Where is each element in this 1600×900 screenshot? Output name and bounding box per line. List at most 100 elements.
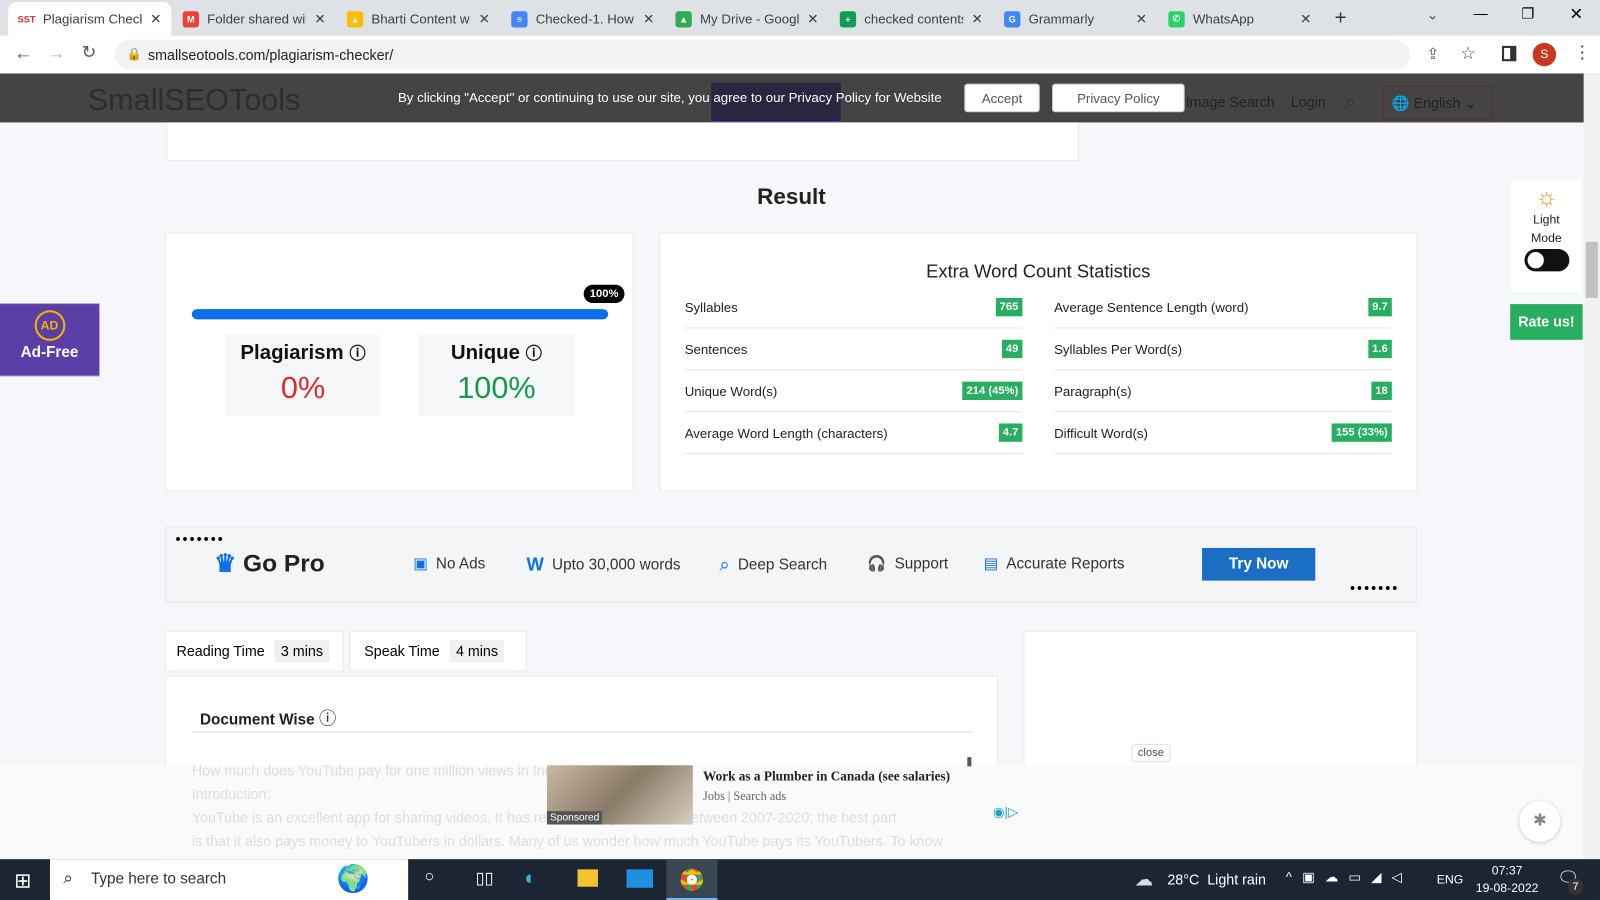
- info-icon[interactable]: ⓘ: [526, 346, 542, 363]
- browser-tab[interactable]: SST Plagiarism Checker ✕: [8, 2, 172, 36]
- browser-tab[interactable]: ▲ My Drive - Google ✕: [665, 2, 828, 36]
- menu-icon[interactable]: ⋮: [1573, 43, 1590, 63]
- close-tab-icon[interactable]: ✕: [643, 11, 654, 27]
- info-icon[interactable]: ⓘ: [349, 346, 365, 363]
- search-icon: ⌕: [63, 868, 73, 888]
- feature-label: Accurate Reports: [1006, 554, 1125, 572]
- ad-title[interactable]: Work as a Plumber in Canada (see salarie…: [703, 768, 950, 784]
- close-window-button[interactable]: ✕: [1569, 4, 1583, 24]
- light-mode-label: Light: [1533, 212, 1560, 227]
- scrollbar[interactable]: [1583, 73, 1600, 860]
- plagiarism-value: 0%: [280, 371, 326, 406]
- close-tab-icon[interactable]: ✕: [150, 11, 161, 27]
- close-tab-icon[interactable]: ✕: [479, 11, 490, 27]
- unique-value: 100%: [457, 371, 536, 406]
- browser-tab[interactable]: + checked contents ✕: [830, 2, 993, 36]
- new-tab-button[interactable]: +: [1335, 7, 1347, 30]
- cortana-icon[interactable]: ○: [424, 868, 434, 886]
- unique-box: Unique ⓘ 100%: [418, 334, 575, 417]
- task-view-icon[interactable]: ▯▯: [476, 868, 494, 888]
- info-icon[interactable]: ⓘ: [319, 709, 336, 728]
- browser-tab[interactable]: M Folder shared with ✕: [172, 2, 335, 36]
- tab-title: WhatsApp: [1192, 11, 1255, 27]
- feature-reports: ▤ Accurate Reports: [983, 554, 1125, 573]
- sun-icon: ☼: [1535, 183, 1558, 212]
- dots-decoration: •••••••: [175, 530, 225, 547]
- side-panel-icon[interactable]: [1502, 45, 1517, 62]
- url-text: smallseotools.com/plagiarism-checker/: [147, 46, 394, 64]
- stat-row: Sentences 49: [684, 329, 1023, 371]
- bookmark-star-icon[interactable]: ☆: [1460, 44, 1476, 64]
- close-tab-icon[interactable]: ✕: [1136, 11, 1147, 27]
- share-icon[interactable]: ⇪: [1427, 45, 1440, 63]
- restore-button[interactable]: ❐: [1521, 5, 1534, 22]
- clock[interactable]: 07:37 19-08-2022: [1473, 862, 1540, 897]
- close-tab-icon[interactable]: ✕: [1300, 11, 1311, 27]
- chrome-taskbar-button[interactable]: [666, 859, 718, 900]
- report-icon: ▤: [983, 555, 999, 573]
- favicon-icon: +: [839, 10, 857, 28]
- stat-label: Paragraph(s): [1054, 383, 1132, 399]
- tab-search-icon[interactable]: ⌄: [1427, 6, 1439, 23]
- go-pro-title: ♛ Go Pro: [214, 549, 324, 579]
- feature-label: Deep Search: [737, 556, 828, 574]
- language-indicator[interactable]: ENG: [1437, 872, 1464, 886]
- stat-row: Difficult Word(s) 155 (33%): [1054, 412, 1392, 455]
- document-wise-title: Document Wise ⓘ: [200, 704, 336, 730]
- profile-avatar[interactable]: S: [1532, 42, 1557, 67]
- no-ads-icon: ▣: [413, 555, 428, 573]
- nav-image-search[interactable]: Image Search: [1186, 94, 1275, 110]
- light-mode-widget: ☼ Light Mode: [1511, 179, 1582, 292]
- ad-source: Jobs | Search ads: [703, 788, 787, 804]
- search-icon[interactable]: ⌕: [1345, 92, 1355, 113]
- url-input[interactable]: smallseotools.com/plagiarism-checker/: [114, 39, 1411, 70]
- file-explorer-icon[interactable]: [577, 869, 598, 887]
- try-now-button[interactable]: Try Now: [1202, 547, 1316, 581]
- globe-icon: 🌐: [1391, 94, 1410, 112]
- close-tab-icon[interactable]: ✕: [972, 11, 983, 27]
- accept-button[interactable]: Accept: [964, 83, 1040, 113]
- language-select[interactable]: 🌐 English ⌄: [1382, 85, 1493, 121]
- minimize-button[interactable]: —: [1473, 5, 1487, 21]
- stat-value-badge: 49: [1001, 339, 1023, 359]
- speak-time-value: 4 mins: [449, 639, 505, 663]
- bug-report-icon[interactable]: ✱: [1519, 801, 1561, 842]
- rate-us-button[interactable]: Rate us!: [1510, 304, 1583, 340]
- windows-start-icon[interactable]: ⊞: [14, 868, 31, 894]
- light-mode-toggle[interactable]: [1523, 248, 1569, 272]
- light-mode-label-2: Mode: [1531, 230, 1562, 245]
- favicon-icon: ✆: [1168, 10, 1185, 28]
- close-tab-icon[interactable]: ✕: [314, 11, 325, 27]
- ad-free-button[interactable]: AD Ad-Free: [0, 304, 99, 376]
- site-logo[interactable]: SmallSEOTools: [88, 84, 301, 119]
- document-line: is that it also pays money to YouTubers …: [191, 832, 943, 849]
- weather-text[interactable]: 28°C Light rain: [1167, 871, 1266, 887]
- close-ad-button[interactable]: close: [1131, 743, 1171, 763]
- back-button[interactable]: ←: [14, 43, 32, 64]
- stat-label: Difficult Word(s): [1054, 424, 1148, 441]
- browser-tab[interactable]: ≡ Checked-1. How to ✕: [501, 2, 664, 36]
- stat-row: Paragraph(s) 18: [1054, 370, 1392, 413]
- system-tray-icons[interactable]: ^▣☁▭◢◁: [1286, 869, 1412, 885]
- stat-value-badge: 1.6: [1368, 339, 1392, 359]
- forward-button[interactable]: →: [47, 43, 65, 64]
- edge-icon[interactable]: ◐: [524, 867, 536, 890]
- word-icon: W: [526, 554, 544, 575]
- text-scrollbar[interactable]: [967, 757, 972, 767]
- ad-image[interactable]: Sponsored: [546, 765, 693, 825]
- tab-title: Checked-1. How to: [535, 11, 635, 27]
- privacy-policy-button[interactable]: Privacy Policy: [1052, 83, 1185, 113]
- browser-tab[interactable]: ✆ WhatsApp ✕: [1158, 2, 1321, 36]
- close-tab-icon[interactable]: ✕: [807, 11, 818, 27]
- adchoices-icon[interactable]: ◉|▷: [993, 804, 1018, 820]
- mail-icon[interactable]: [626, 869, 654, 888]
- browser-tab[interactable]: ▲ Bharti Content writer ✕: [337, 2, 500, 36]
- favicon-icon: M: [182, 10, 199, 28]
- browser-tab[interactable]: G Grammarly ✕: [994, 2, 1157, 36]
- nav-login[interactable]: Login: [1291, 94, 1326, 110]
- reload-button[interactable]: ↻: [82, 43, 97, 63]
- ad-free-icon: AD: [34, 310, 65, 341]
- progress-label: 100%: [583, 284, 625, 304]
- stat-value-badge: 9.7: [1368, 297, 1392, 317]
- crown-icon: ♛: [214, 549, 237, 578]
